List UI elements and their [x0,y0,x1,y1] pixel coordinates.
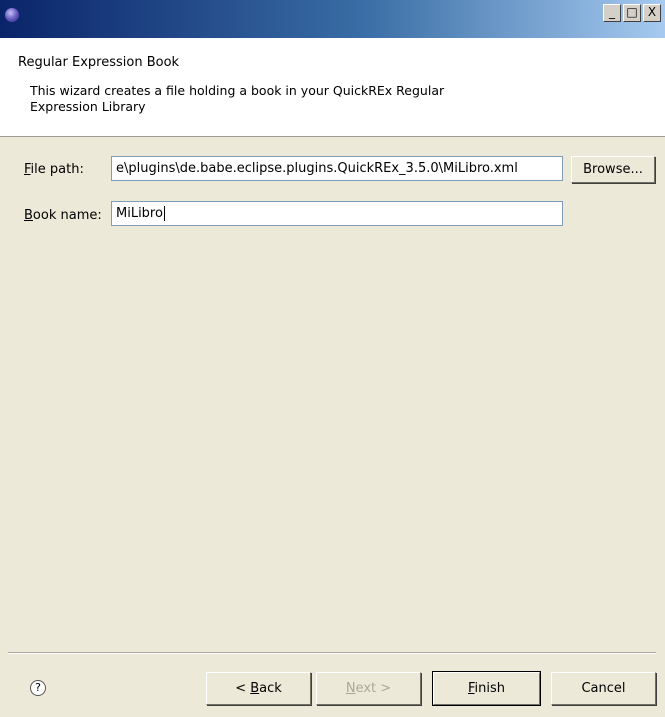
wizard-dialog: _ □ X Regular Expression Book This wizar… [0,0,665,717]
cancel-button[interactable]: Cancel [551,672,656,705]
wizard-banner: Regular Expression Book This wizard crea… [0,38,665,137]
wizard-title: Regular Expression Book [18,55,180,70]
text-cursor [163,206,165,221]
finish-button[interactable]: Finish [432,671,541,706]
question-mark-icon[interactable]: ? [30,680,46,696]
window-controls: _ □ X [601,4,661,22]
back-button[interactable]: < Back [206,672,311,705]
file-path-field[interactable]: e\plugins\de.babe.eclipse.plugins.QuickR… [111,156,563,181]
browse-button[interactable]: Browse... [571,156,655,183]
book-name-value: MiLibro [116,206,163,221]
footer-separator [8,652,656,654]
file-path-label: File path: [24,162,84,177]
maximize-button[interactable]: □ [623,4,641,22]
eclipse-icon [5,8,19,22]
close-button[interactable]: X [643,4,661,22]
wizard-message: This wizard creates a file holding a boo… [30,83,445,114]
book-name-label: Book name: [24,208,102,223]
minimize-button[interactable]: _ [603,4,621,22]
next-button[interactable]: Next > [316,672,421,705]
title-bar[interactable]: _ □ X [0,0,665,38]
book-name-field[interactable]: MiLibro [111,201,563,226]
